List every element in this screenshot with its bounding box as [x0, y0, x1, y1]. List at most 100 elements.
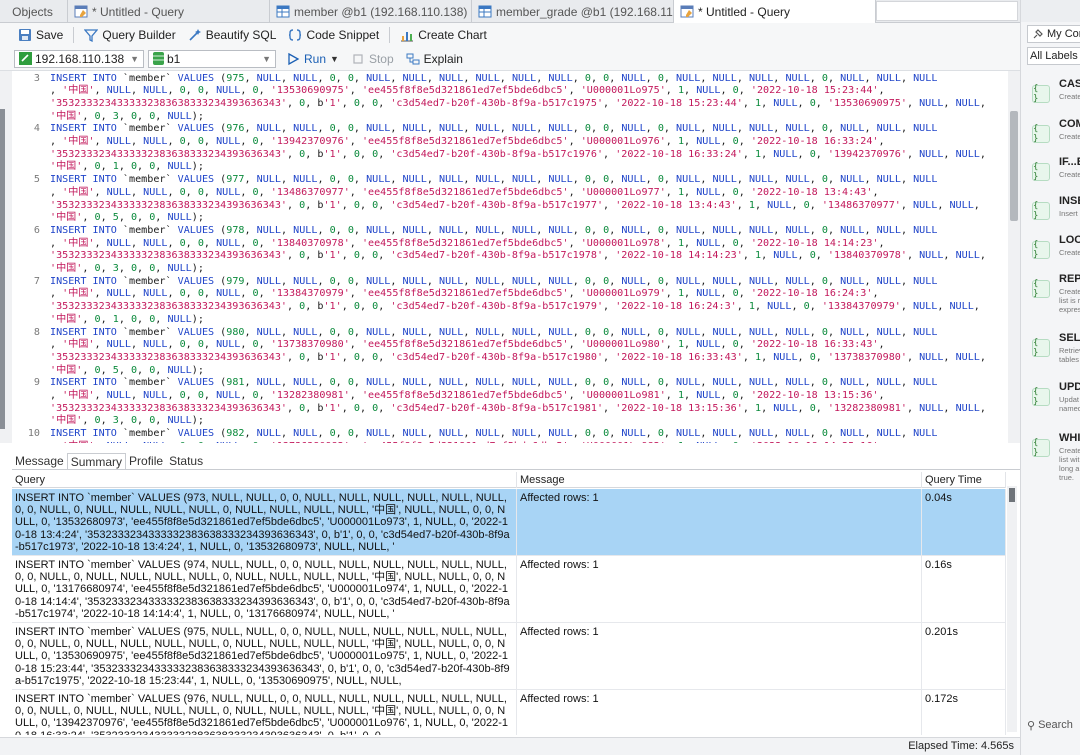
- code-line-wrap[interactable]: '中国', 0, 3, 0, 0, NULL);: [14, 263, 204, 276]
- table-row[interactable]: INSERT INTO `member` VALUES (973, NULL, …: [12, 489, 1006, 556]
- column-header-query-time[interactable]: Query Time: [922, 472, 1006, 488]
- code-line-wrap[interactable]: , '中国', NULL, NULL, 0, 0, NULL, 0, '1348…: [14, 187, 879, 200]
- code-line-wrap[interactable]: '3532333234333332383638333234393636343',…: [14, 301, 980, 314]
- explain-button[interactable]: Explain: [400, 48, 469, 70]
- result-tab-bar: Message Summary Profile Status: [12, 452, 1020, 470]
- snippet-item[interactable]: { } REPI Createlist is rexpres: [1023, 271, 1080, 316]
- sql-editor[interactable]: 3 INSERT INTO `member` VALUES (975, NULL,…: [0, 71, 1020, 443]
- code-line-wrap[interactable]: , '中国', NULL, NULL, 0, 0, NULL, 0, '1384…: [14, 238, 885, 251]
- snippet-search-field[interactable]: ⚲ Search: [1027, 716, 1080, 734]
- line-number: 4: [33, 123, 40, 135]
- snippet-item[interactable]: { } SELE Retrievtables: [1023, 330, 1080, 366]
- stop-button[interactable]: Stop: [345, 48, 400, 70]
- column-header-message[interactable]: Message: [517, 472, 922, 488]
- snippet-item[interactable]: { } CAS Create: [1023, 76, 1080, 113]
- beautify-sql-button[interactable]: Beautify SQL: [182, 24, 283, 46]
- code-line-wrap[interactable]: '中国', 0, 3, 0, 0, NULL);: [14, 111, 204, 124]
- code-line-wrap[interactable]: , '中国', NULL, NULL, 0, 0, NULL, 0, '1338…: [14, 288, 879, 301]
- code-line-wrap[interactable]: '3532333234333332383638333234393636343',…: [14, 403, 986, 416]
- labels-filter-select[interactable]: All Labels: [1027, 47, 1080, 65]
- cell-query-time: 0.201s: [922, 623, 1006, 690]
- grid-scrollbar-thumb[interactable]: [1009, 488, 1015, 502]
- save-button[interactable]: Save: [12, 24, 69, 46]
- elapsed-time: Elapsed Time: 4.565s: [908, 740, 1014, 752]
- code-line-wrap[interactable]: '中国', 0, 1, 0, 0, NULL);: [14, 314, 204, 327]
- tab-label: Objects: [12, 4, 53, 19]
- code-line-wrap[interactable]: '中国', 0, 3, 0, 0, NULL);: [14, 415, 204, 428]
- tab-untitled-query-2[interactable]: * Untitled - Query: [674, 0, 876, 23]
- code-line[interactable]: 5 INSERT INTO `member` VALUES (977, NULL,…: [14, 174, 937, 187]
- code-line[interactable]: 4 INSERT INTO `member` VALUES (976, NULL,…: [14, 123, 937, 136]
- code-line-wrap[interactable]: '3532333234333332383638333234393636343',…: [14, 200, 980, 213]
- column-header-query[interactable]: Query: [12, 472, 517, 488]
- line-number: 7: [33, 275, 40, 287]
- code-line-wrap[interactable]: '3532333234333332383638333234393636343',…: [14, 149, 986, 162]
- run-dropdown-icon[interactable]: ▼: [330, 54, 339, 64]
- editor-scrollbar-thumb[interactable]: [1010, 111, 1018, 221]
- tab-member-table[interactable]: member @b1 (192.168.110.138) - T...: [270, 0, 472, 23]
- tab-profile[interactable]: Profile: [126, 453, 166, 469]
- snippet-item[interactable]: { } WHI Create list wit long a true.: [1023, 430, 1080, 484]
- query-builder-button[interactable]: Query Builder: [78, 24, 181, 46]
- tab-member-grade-table[interactable]: member_grade @b1 (192.168.110.1...: [472, 0, 674, 23]
- code-line[interactable]: 3 INSERT INTO `member` VALUES (975, NULL,…: [14, 73, 937, 86]
- code-line-wrap[interactable]: '中国', 0, 5, 0, 0, NULL);: [14, 365, 204, 378]
- snippet-item[interactable]: { } IF...E Create: [1023, 154, 1080, 191]
- chevron-down-icon: ▼: [262, 53, 271, 64]
- code-line[interactable]: 6 INSERT INTO `member` VALUES (978, NULL,…: [14, 225, 937, 238]
- code-line-wrap[interactable]: , '中国', NULL, NULL, 0, 0, NULL, 0, '1394…: [14, 136, 885, 149]
- code-line[interactable]: 7 INSERT INTO `member` VALUES (979, NULL,…: [14, 276, 937, 289]
- create-chart-button[interactable]: Create Chart: [394, 24, 493, 46]
- summary-result-grid: Query Message Query Time INSERT INTO `me…: [12, 472, 1020, 735]
- table-row[interactable]: INSERT INTO `member` VALUES (974, NULL, …: [12, 556, 1006, 623]
- snippet-icon: { }: [1032, 387, 1050, 407]
- cell-query: INSERT INTO `member` VALUES (973, NULL, …: [12, 489, 517, 556]
- play-icon: [288, 52, 300, 65]
- tab-untitled-query-1[interactable]: * Untitled - Query: [68, 0, 270, 23]
- editor-scrollbar[interactable]: [1008, 71, 1020, 443]
- run-button[interactable]: Run ▼: [280, 48, 345, 70]
- code-line-wrap[interactable]: '3532333234333332383638333234393636343',…: [14, 250, 986, 263]
- snippet-item[interactable]: { } UPD Updat named: [1023, 379, 1080, 415]
- cell-message: Affected rows: 1: [517, 623, 922, 690]
- tab-summary[interactable]: Summary: [66, 453, 127, 469]
- tab-objects[interactable]: Objects: [0, 0, 68, 23]
- code-line-wrap[interactable]: , '中国', NULL, NULL, 0, 0, NULL, 0, '1373…: [14, 339, 885, 352]
- code-line[interactable]: 8 INSERT INTO `member` VALUES (980, NULL,…: [14, 327, 937, 340]
- database-select[interactable]: b1 ▼: [148, 49, 276, 68]
- grid-scrollbar[interactable]: [1007, 486, 1017, 732]
- snippet-title: WHI: [1059, 432, 1080, 444]
- snippet-item[interactable]: { } LOO Create: [1023, 232, 1080, 269]
- code-snippet-button[interactable]: Code Snippet: [282, 24, 385, 46]
- snippet-icon: { }: [1032, 338, 1050, 358]
- table-row[interactable]: INSERT INTO `member` VALUES (975, NULL, …: [12, 623, 1006, 690]
- table-icon: [478, 5, 492, 18]
- snippet-description: Create list is r expres: [1059, 287, 1080, 314]
- snippet-title: IF...E: [1059, 156, 1080, 168]
- snippet-title: SELE: [1059, 332, 1080, 344]
- snippet-item[interactable]: { } COM Create: [1023, 116, 1080, 153]
- code-line-wrap[interactable]: '中国', 0, 1, 0, 0, NULL);: [14, 161, 204, 174]
- code-line-wrap[interactable]: '3532333234333332383638333234393636343',…: [14, 98, 986, 111]
- toolbar-separator: [389, 27, 391, 43]
- tab-status[interactable]: Status: [166, 453, 206, 469]
- snippet-description: Create: [1059, 92, 1080, 101]
- code-line-wrap[interactable]: '中国', 0, 5, 0, 0, NULL);: [14, 212, 204, 225]
- query-icon: [74, 5, 88, 18]
- snippet-description: Retrievtables: [1059, 346, 1080, 364]
- snippet-description: Create: [1059, 132, 1080, 141]
- code-line-wrap[interactable]: , '中国', NULL, NULL, 0, 0, NULL, 0, '1353…: [14, 85, 885, 98]
- tab-bar-search-field[interactable]: [876, 1, 1018, 21]
- snippet-title: COM: [1059, 118, 1080, 130]
- table-row[interactable]: INSERT INTO `member` VALUES (976, NULL, …: [12, 690, 1006, 735]
- table-icon: [276, 5, 290, 18]
- tab-message[interactable]: Message: [12, 453, 67, 469]
- connection-select[interactable]: 192.168.110.138 ▼: [14, 49, 144, 68]
- code-line-wrap[interactable]: '3532333234333332383638333234393636343',…: [14, 352, 986, 365]
- code-line-wrap[interactable]: , '中国', NULL, NULL, 0, 0, NULL, 0, '1373…: [14, 441, 885, 443]
- code-line[interactable]: 10 INSERT INTO `member` VALUES (982, NULL…: [14, 428, 938, 441]
- code-line-wrap[interactable]: , '中国', NULL, NULL, 0, 0, NULL, 0, '1328…: [14, 390, 885, 403]
- snippet-connection-select[interactable]: My Con: [1027, 25, 1080, 43]
- code-line[interactable]: 9 INSERT INTO `member` VALUES (981, NULL,…: [14, 377, 937, 390]
- snippet-item[interactable]: { } INSE Insert: [1023, 193, 1080, 230]
